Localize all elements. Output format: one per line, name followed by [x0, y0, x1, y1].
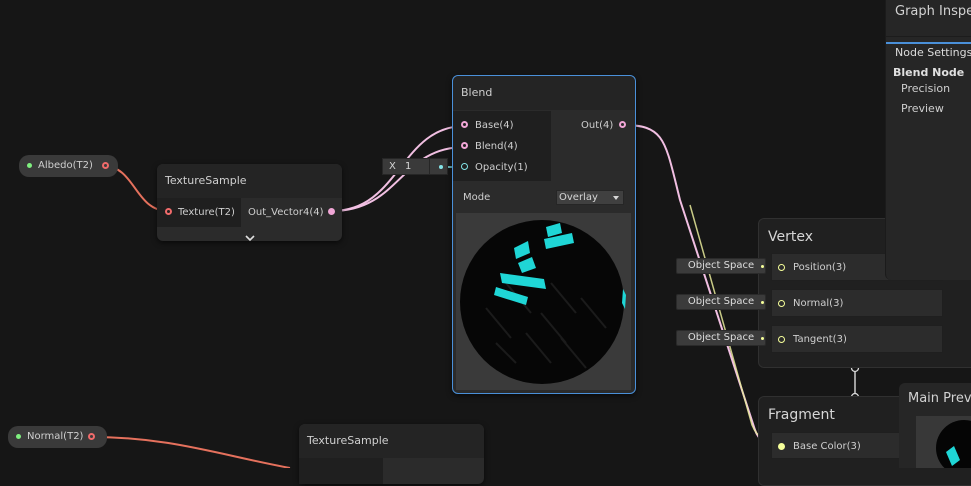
space-connector-dot	[761, 265, 764, 268]
vertex-title: Vertex	[768, 229, 814, 245]
texture-sample-node[interactable]: TextureSample Texture(T2) Out_Vector4(4)	[157, 164, 342, 242]
blend-input-port[interactable]	[461, 142, 468, 149]
precision-setting[interactable]: Precision	[901, 82, 950, 95]
space-connector-dot	[761, 301, 764, 304]
mode-dropdown[interactable]: Overlay	[556, 190, 624, 205]
base-input-port[interactable]	[461, 121, 468, 128]
normal-to-texture-edge	[91, 436, 291, 468]
graph-inspector-title: Graph Inspe	[895, 4, 971, 19]
blend-preview	[456, 213, 631, 390]
main-preview-title: Main Previ	[908, 391, 971, 406]
tab-node-settings-label: Node Settings	[895, 46, 971, 59]
preview-setting[interactable]: Preview	[901, 102, 944, 115]
normal-input-port[interactable]	[778, 300, 785, 307]
normal-property-node[interactable]: Normal(T2)	[8, 426, 107, 448]
blend-output-port[interactable]	[619, 121, 626, 128]
opacity-input-label: Opacity(1)	[475, 162, 528, 173]
property-green-dot	[27, 163, 32, 168]
normal-space-value: Object Space	[687, 296, 755, 307]
texture-sample-title: TextureSample	[157, 164, 342, 198]
mode-label: Mode	[463, 192, 491, 203]
tangent-input-port[interactable]	[778, 336, 785, 343]
blend-title: Blend	[453, 76, 635, 110]
tangent-slot[interactable]: Tangent(3)	[771, 325, 943, 353]
space-connector-dot	[761, 337, 764, 340]
inspector-header-divider	[886, 36, 971, 37]
fragment-title: Fragment	[768, 407, 835, 423]
texture-input-port[interactable]	[165, 208, 172, 215]
field-divider	[429, 159, 430, 174]
texture-output-label: Out_Vector4(4)	[248, 207, 324, 218]
main-preview-viewport	[916, 416, 971, 468]
texture-sample-2-title: TextureSample	[299, 424, 484, 458]
tangent-label: Tangent(3)	[793, 334, 847, 345]
opacity-value-port	[439, 165, 443, 169]
albedo-property-node[interactable]: Albedo(T2)	[19, 155, 118, 177]
position-space-value: Object Space	[687, 260, 755, 271]
blend-input-label: Blend(4)	[475, 141, 518, 152]
opacity-value: 1	[405, 161, 412, 172]
blend-to-basecolor-edge	[622, 124, 781, 445]
texture-to-blend-edge	[331, 146, 466, 212]
chevron-down-icon[interactable]	[244, 228, 256, 242]
position-input-port[interactable]	[778, 264, 785, 271]
texture-sample-node-2[interactable]: TextureSample	[299, 424, 484, 484]
main-preview-panel[interactable]: Main Previ	[899, 383, 971, 468]
normal-label: Normal(T2)	[27, 431, 84, 442]
albedo-label: Albedo(T2)	[38, 160, 93, 171]
normal-space-field[interactable]: Object Space	[676, 294, 766, 310]
base-color-input-port[interactable]	[778, 443, 785, 450]
texture-input-label: Texture(T2)	[178, 207, 235, 218]
position-label: Position(3)	[793, 262, 847, 273]
albedo-output-port[interactable]	[102, 162, 109, 169]
base-color-label: Base Color(3)	[793, 441, 861, 452]
position-space-field[interactable]: Object Space	[676, 258, 766, 274]
dropdown-arrow-icon	[613, 196, 619, 200]
property-green-dot	[16, 434, 21, 439]
base-input-label: Base(4)	[475, 120, 514, 131]
tab-node-settings[interactable]: Node Settings	[886, 42, 971, 62]
texture-output-port[interactable]	[328, 208, 335, 215]
opacity-input-port[interactable]	[461, 163, 468, 170]
opacity-inline-input[interactable]: X 1	[382, 158, 448, 175]
normal-output-port[interactable]	[88, 433, 95, 440]
graph-inspector-panel[interactable]: Graph Inspe Node Settings Blend Node Pre…	[885, 0, 971, 280]
blend-node[interactable]: Blend Base(4) Blend(4) Opacity(1) Out(4)…	[452, 75, 636, 394]
tangent-space-field[interactable]: Object Space	[676, 330, 766, 346]
mode-value: Overlay	[559, 192, 598, 203]
tangent-space-value: Object Space	[687, 332, 755, 343]
axis-label: X	[389, 161, 396, 172]
normal-slot[interactable]: Normal(3)	[771, 289, 943, 317]
blend-node-section-title: Blend Node	[893, 66, 965, 79]
blend-output-label: Out(4)	[581, 120, 614, 131]
normal-slot-label: Normal(3)	[793, 298, 844, 309]
texture-sample-2-inputs	[299, 458, 383, 484]
